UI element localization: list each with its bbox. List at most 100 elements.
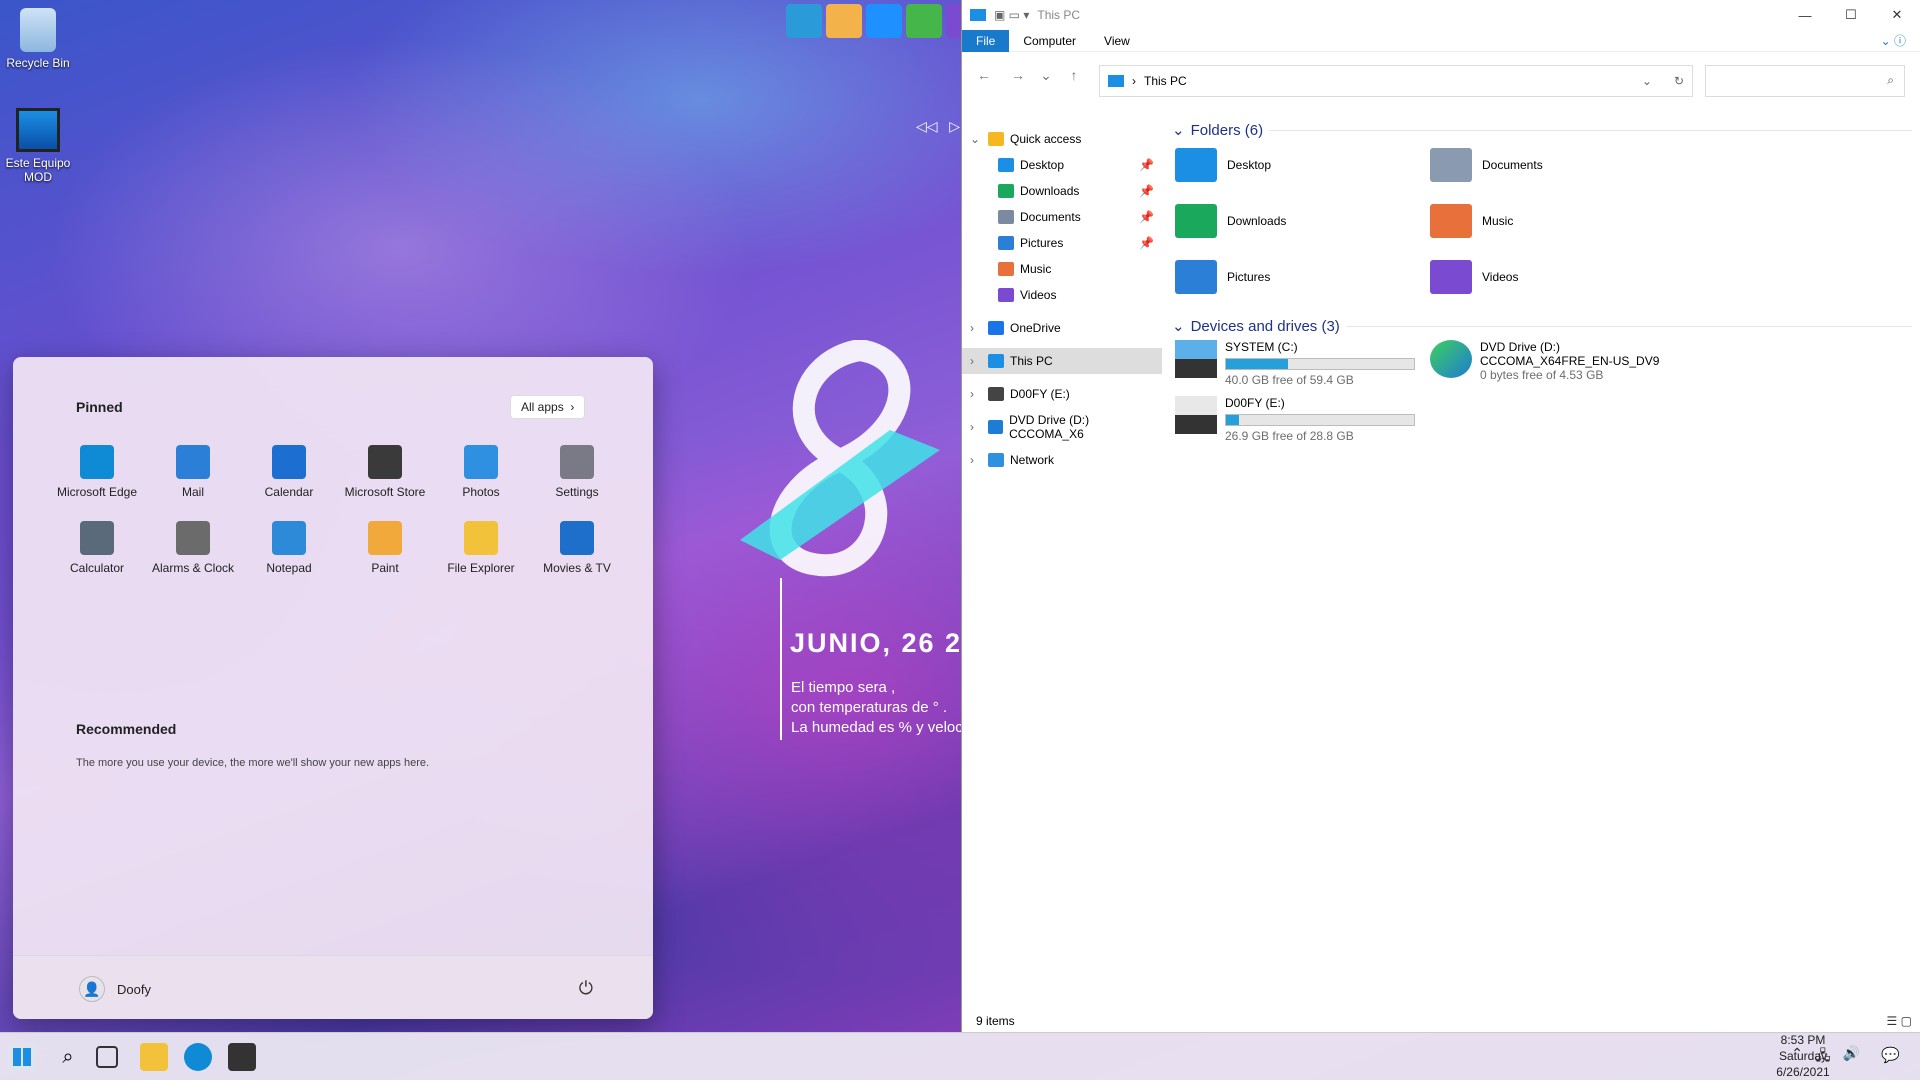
- folder-item[interactable]: Videos: [1430, 260, 1518, 294]
- nav-item[interactable]: Pictures 📌: [962, 230, 1162, 256]
- pinned-app[interactable]: Photos: [433, 445, 529, 499]
- quick-access-toolbar[interactable]: ▣ ▭ ▾: [994, 8, 1029, 22]
- photos-icon: [464, 445, 498, 479]
- chevron-right-icon[interactable]: ›: [970, 387, 982, 401]
- power-icon[interactable]: ⏻: [579, 978, 593, 999]
- nav-item-label: Network: [1010, 453, 1055, 467]
- desktop-icon-label: Recycle Bin: [6, 56, 70, 70]
- recommended-heading: Recommended: [76, 721, 177, 737]
- folder-item[interactable]: Documents: [1430, 148, 1543, 182]
- calendar-icon: [272, 445, 306, 479]
- start-footer: 👤 Doofy ⏻: [13, 955, 653, 1019]
- search-input[interactable]: ⌕: [1705, 65, 1905, 97]
- nav-item[interactable]: › DVD Drive (D:) CCCOMA_X6: [962, 413, 1162, 441]
- recent-locations-button[interactable]: ⌄: [1038, 67, 1054, 84]
- widget-divider: [780, 578, 782, 740]
- drive-d[interactable]: DVD Drive (D:) CCCOMA_X64FRE_EN-US_DV9 0…: [1430, 340, 1659, 382]
- pinned-app[interactable]: Mail: [145, 445, 241, 499]
- group-header-folders[interactable]: ⌄ Folders (6): [1172, 120, 1912, 140]
- pinned-app[interactable]: Calendar: [241, 445, 337, 499]
- pinned-app[interactable]: Microsoft Edge: [49, 445, 145, 499]
- edge-icon[interactable]: [184, 1043, 212, 1071]
- nav-item[interactable]: Videos: [962, 282, 1162, 308]
- folder-item[interactable]: Desktop: [1175, 148, 1271, 182]
- chevron-right-icon[interactable]: ›: [970, 453, 982, 467]
- content-pane: ⌄ Folders (6) Desktop Documents Downloads Mu…: [1172, 120, 1912, 443]
- nav-item[interactable]: Desktop 📌: [962, 152, 1162, 178]
- nav-item-label: Downloads: [1020, 184, 1080, 198]
- monitor-icon[interactable]: [786, 4, 822, 38]
- pinned-app[interactable]: Calculator: [49, 521, 145, 575]
- nav-item[interactable]: › OneDrive: [962, 315, 1162, 341]
- task-view-icon[interactable]: [96, 1046, 118, 1068]
- search-icon[interactable]: ⌕: [54, 1043, 82, 1071]
- forward-button[interactable]: →: [1004, 67, 1032, 83]
- desktop-icon-recycle-bin[interactable]: Recycle Bin: [0, 8, 78, 70]
- widget-date: JUNIO, 26 2: [790, 628, 963, 658]
- large-icons-view-icon[interactable]: ▢: [1901, 1014, 1912, 1028]
- all-apps-button[interactable]: All apps ›: [510, 395, 586, 419]
- tab-file[interactable]: File: [962, 29, 1010, 52]
- pinned-app[interactable]: Movies & TV: [529, 521, 625, 575]
- mail-icon: [176, 445, 210, 479]
- folder-item[interactable]: Downloads: [1175, 204, 1286, 238]
- download-icon[interactable]: [906, 4, 942, 38]
- address-dropdown-icon[interactable]: ⌄: [1642, 74, 1652, 88]
- store-icon[interactable]: [228, 1043, 256, 1071]
- nav-item[interactable]: ⌄ Quick access: [962, 126, 1162, 152]
- widget-weather-text: El tiempo sera , con temperaturas de ° .…: [791, 678, 966, 738]
- pinned-app[interactable]: Notepad: [241, 521, 337, 575]
- navigation-pane: ⌄ Quick access Desktop 📌 Downloads 📌 Documents…: [962, 120, 1162, 1000]
- start-button[interactable]: [8, 1043, 36, 1071]
- pinned-app[interactable]: File Explorer: [433, 521, 529, 575]
- maximize-button[interactable]: ☐: [1828, 0, 1874, 30]
- user-account-button[interactable]: 👤 Doofy: [79, 976, 151, 1002]
- minimize-button[interactable]: —: [1782, 0, 1828, 30]
- clock[interactable]: 8:53 PM Saturday 6/26/2021: [1748, 1032, 1858, 1080]
- app-label: Movies & TV: [543, 561, 611, 575]
- desktop-icon-este-equipo[interactable]: Este Equipo MOD: [0, 108, 78, 184]
- tab-view[interactable]: View: [1090, 30, 1144, 52]
- pin-icon: 📌: [1139, 184, 1154, 198]
- drive-c[interactable]: SYSTEM (C:) 40.0 GB free of 59.4 GB: [1175, 340, 1415, 387]
- refresh-icon[interactable]: ↻: [1674, 74, 1684, 88]
- notification-icon[interactable]: 💬: [1881, 1046, 1900, 1064]
- chevron-down-icon[interactable]: ⌄: [970, 132, 982, 146]
- chevron-right-icon[interactable]: ›: [970, 321, 982, 335]
- chevron-right-icon[interactable]: ›: [970, 420, 982, 434]
- pinned-app[interactable]: Paint: [337, 521, 433, 575]
- address-bar[interactable]: › This PC ⌄ ↻: [1099, 65, 1693, 97]
- nav-item[interactable]: Downloads 📌: [962, 178, 1162, 204]
- details-view-icon[interactable]: ☰: [1887, 1014, 1898, 1028]
- up-button[interactable]: ↑: [1060, 67, 1088, 83]
- nav-item[interactable]: › D00FY (E:): [962, 381, 1162, 407]
- media-controls[interactable]: ◁◁ ▷: [916, 118, 960, 135]
- chevron-right-icon[interactable]: ›: [970, 354, 982, 368]
- file-explorer-icon[interactable]: [140, 1043, 168, 1071]
- drive-e[interactable]: D00FY (E:) 26.9 GB free of 28.8 GB: [1175, 396, 1415, 443]
- nav-item[interactable]: › This PC: [962, 348, 1162, 374]
- settings-icon: [560, 445, 594, 479]
- tab-computer[interactable]: Computer: [1009, 30, 1090, 52]
- nav-item[interactable]: Documents 📌: [962, 204, 1162, 230]
- view-toggle[interactable]: ☰ ▢: [1887, 1014, 1912, 1028]
- music-icon[interactable]: [866, 4, 902, 38]
- capacity-bar: [1225, 414, 1415, 426]
- pinned-app[interactable]: Settings: [529, 445, 625, 499]
- help-icon[interactable]: ⌄ ⓘ: [1867, 30, 1920, 52]
- nav-item-icon: [988, 453, 1004, 467]
- folder-item[interactable]: Music: [1430, 204, 1513, 238]
- nav-item[interactable]: › Network: [962, 447, 1162, 473]
- folder-icon[interactable]: [826, 4, 862, 38]
- back-button[interactable]: ←: [970, 67, 998, 83]
- nav-item[interactable]: Music: [962, 256, 1162, 282]
- pinned-app[interactable]: Microsoft Store: [337, 445, 433, 499]
- clock-day: Saturday: [1778, 1049, 1828, 1063]
- close-button[interactable]: ✕: [1874, 0, 1920, 30]
- group-header-drives[interactable]: ⌄ Devices and drives (3): [1172, 316, 1912, 336]
- search-icon: ⌕: [1887, 73, 1894, 87]
- windows-drive-icon: [1175, 340, 1217, 378]
- folder-item[interactable]: Pictures: [1175, 260, 1270, 294]
- nav-item-icon: [987, 420, 1004, 434]
- pinned-app[interactable]: Alarms & Clock: [145, 521, 241, 575]
